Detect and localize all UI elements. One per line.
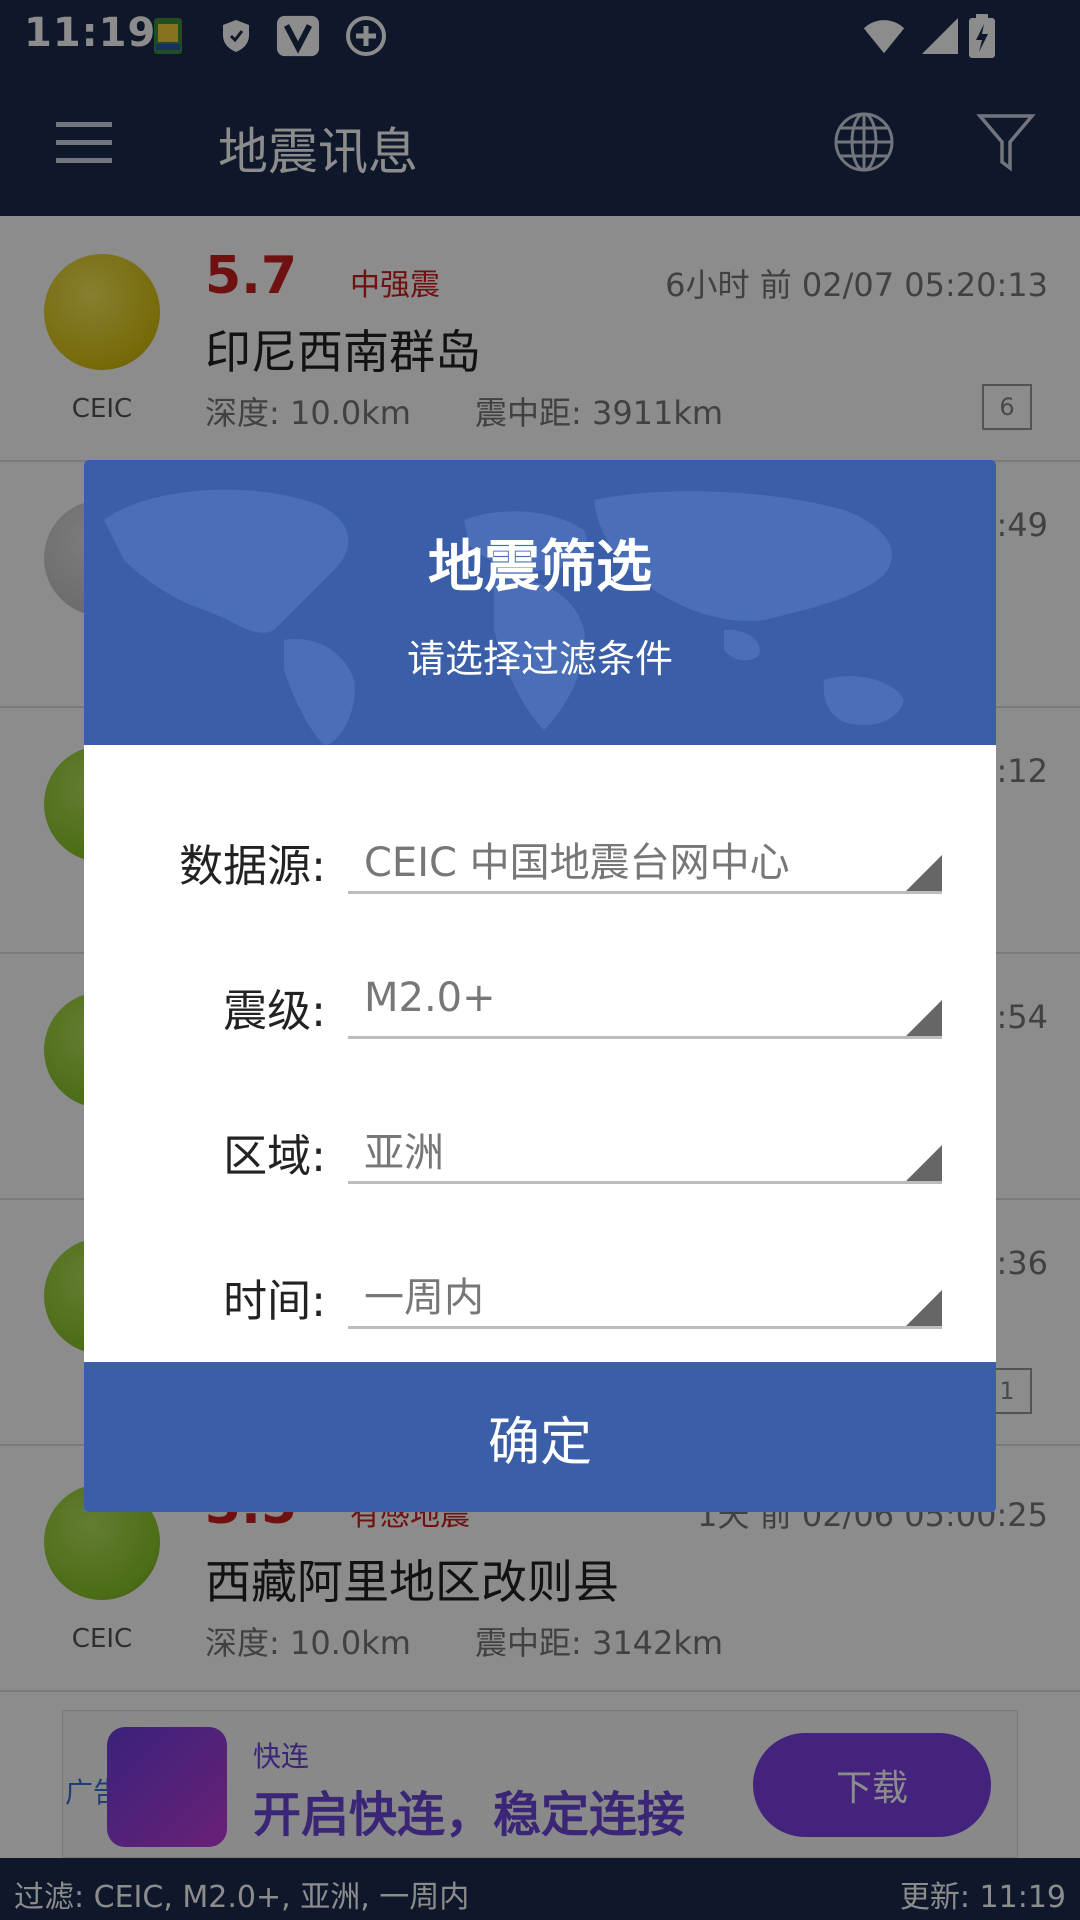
field-label: 区域: (223, 1131, 326, 1182)
field-label: 数据源: (179, 841, 326, 892)
select-value: 一周内 (364, 1275, 484, 1321)
dropdown-arrow-icon (906, 1145, 942, 1181)
data-source-select[interactable]: CEIC 中国地震台网中心 (348, 820, 942, 894)
region-select[interactable]: 亚洲 (348, 1110, 942, 1184)
field-time: 时间: 一周内 (84, 1255, 996, 1335)
field-magnitude: 震级: M2.0+ (84, 965, 996, 1045)
field-region: 区域: 亚洲 (84, 1110, 996, 1190)
field-label: 时间: (223, 1276, 326, 1327)
dialog-subtitle: 请选择过滤条件 (406, 637, 673, 681)
dropdown-arrow-icon (906, 1290, 942, 1326)
select-value: M2.0+ (364, 975, 496, 1021)
time-select[interactable]: 一周内 (348, 1255, 942, 1329)
field-label: 震级: (223, 986, 326, 1037)
field-data-source: 数据源: CEIC 中国地震台网中心 (84, 820, 996, 900)
select-value: CEIC 中国地震台网中心 (364, 840, 790, 886)
dialog-header: 地震筛选 请选择过滤条件 (84, 460, 996, 745)
filter-dialog: 地震筛选 请选择过滤条件 数据源: CEIC 中国地震台网中心 震级: M2.0… (84, 460, 996, 1512)
confirm-button[interactable]: 确定 (84, 1362, 996, 1512)
dropdown-arrow-icon (906, 1000, 942, 1036)
select-value: 亚洲 (364, 1130, 444, 1176)
magnitude-select[interactable]: M2.0+ (348, 965, 942, 1039)
dropdown-arrow-icon (906, 855, 942, 891)
dialog-title: 地震筛选 (428, 535, 652, 600)
